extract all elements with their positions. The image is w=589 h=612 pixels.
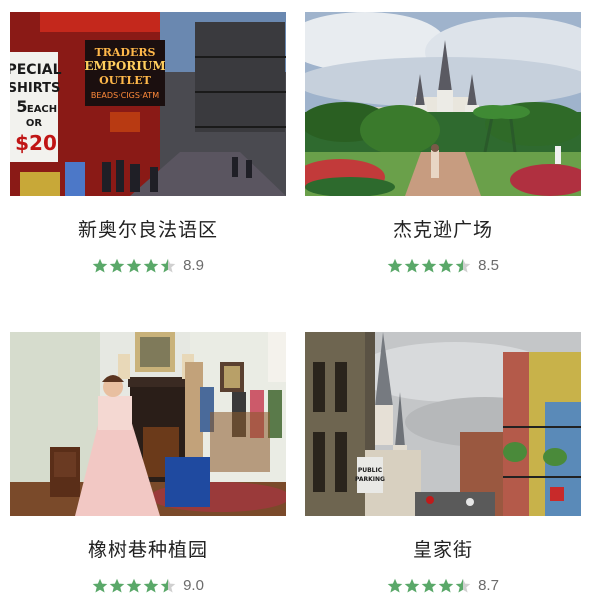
neon-sign-text: BEADS·CIGS·ATM <box>91 91 159 100</box>
rating: 9.0 <box>10 577 286 594</box>
rating-score: 8.5 <box>478 257 499 274</box>
star-full-icon <box>387 258 403 272</box>
attraction-photo[interactable] <box>305 12 581 196</box>
star-full-icon <box>143 578 159 592</box>
poster-text: PECIAL <box>10 62 62 78</box>
neon-sign-text: OUTLET <box>99 74 151 87</box>
attraction-photo[interactable]: PUBLIC PARKING <box>305 332 581 516</box>
star-full-icon <box>126 578 142 592</box>
star-full-icon <box>387 578 403 592</box>
star-half-icon <box>160 258 176 272</box>
star-full-icon <box>92 578 108 592</box>
sign-text: PUBLIC <box>358 467 383 474</box>
sign-text: PARKING <box>355 476 385 483</box>
star-full-icon <box>438 258 454 272</box>
star-full-icon <box>404 578 420 592</box>
poster-text: EACH <box>27 104 57 115</box>
star-full-icon <box>126 258 142 272</box>
star-full-icon <box>92 258 108 272</box>
rating-score: 8.9 <box>183 257 204 274</box>
attraction-photo[interactable] <box>10 332 286 516</box>
attraction-photo[interactable]: TRADERS EMPORIUM OUTLET BEADS·CIGS·ATM P… <box>10 12 286 196</box>
poster-text: SHIRTS <box>10 81 60 96</box>
rating: 8.9 <box>10 257 286 274</box>
attraction-title[interactable]: 新奥尔良法语区 <box>10 215 286 242</box>
star-rating <box>387 578 472 594</box>
rating-score: 9.0 <box>183 577 204 594</box>
star-full-icon <box>438 578 454 592</box>
attraction-title[interactable]: 皇家街 <box>305 535 581 562</box>
attraction-title[interactable]: 杰克逊广场 <box>305 215 581 242</box>
rating: 8.7 <box>305 577 581 594</box>
star-half-icon <box>455 578 471 592</box>
poster-text: $20 <box>15 131 57 155</box>
attraction-title[interactable]: 橡树巷种植园 <box>10 535 286 562</box>
rating-score: 8.7 <box>478 577 499 594</box>
star-full-icon <box>421 578 437 592</box>
attraction-card[interactable]: TRADERS EMPORIUM OUTLET BEADS·CIGS·ATM P… <box>10 12 286 292</box>
attraction-card[interactable]: 橡树巷种植园 9.0 <box>10 332 286 612</box>
star-full-icon <box>143 258 159 272</box>
star-full-icon <box>421 258 437 272</box>
star-rating <box>92 258 177 274</box>
star-rating <box>92 578 177 594</box>
rating: 8.5 <box>305 257 581 274</box>
star-half-icon <box>455 258 471 272</box>
attraction-card[interactable]: PUBLIC PARKING 皇家街 8.7 <box>305 332 581 612</box>
star-full-icon <box>109 258 125 272</box>
star-rating <box>387 258 472 274</box>
neon-sign-text: TRADERS <box>95 46 156 59</box>
star-full-icon <box>404 258 420 272</box>
star-full-icon <box>109 578 125 592</box>
neon-sign-text: EMPORIUM <box>84 59 165 73</box>
attraction-card[interactable]: 杰克逊广场 8.5 <box>305 12 581 292</box>
star-half-icon <box>160 578 176 592</box>
poster-text: OR <box>26 118 43 129</box>
